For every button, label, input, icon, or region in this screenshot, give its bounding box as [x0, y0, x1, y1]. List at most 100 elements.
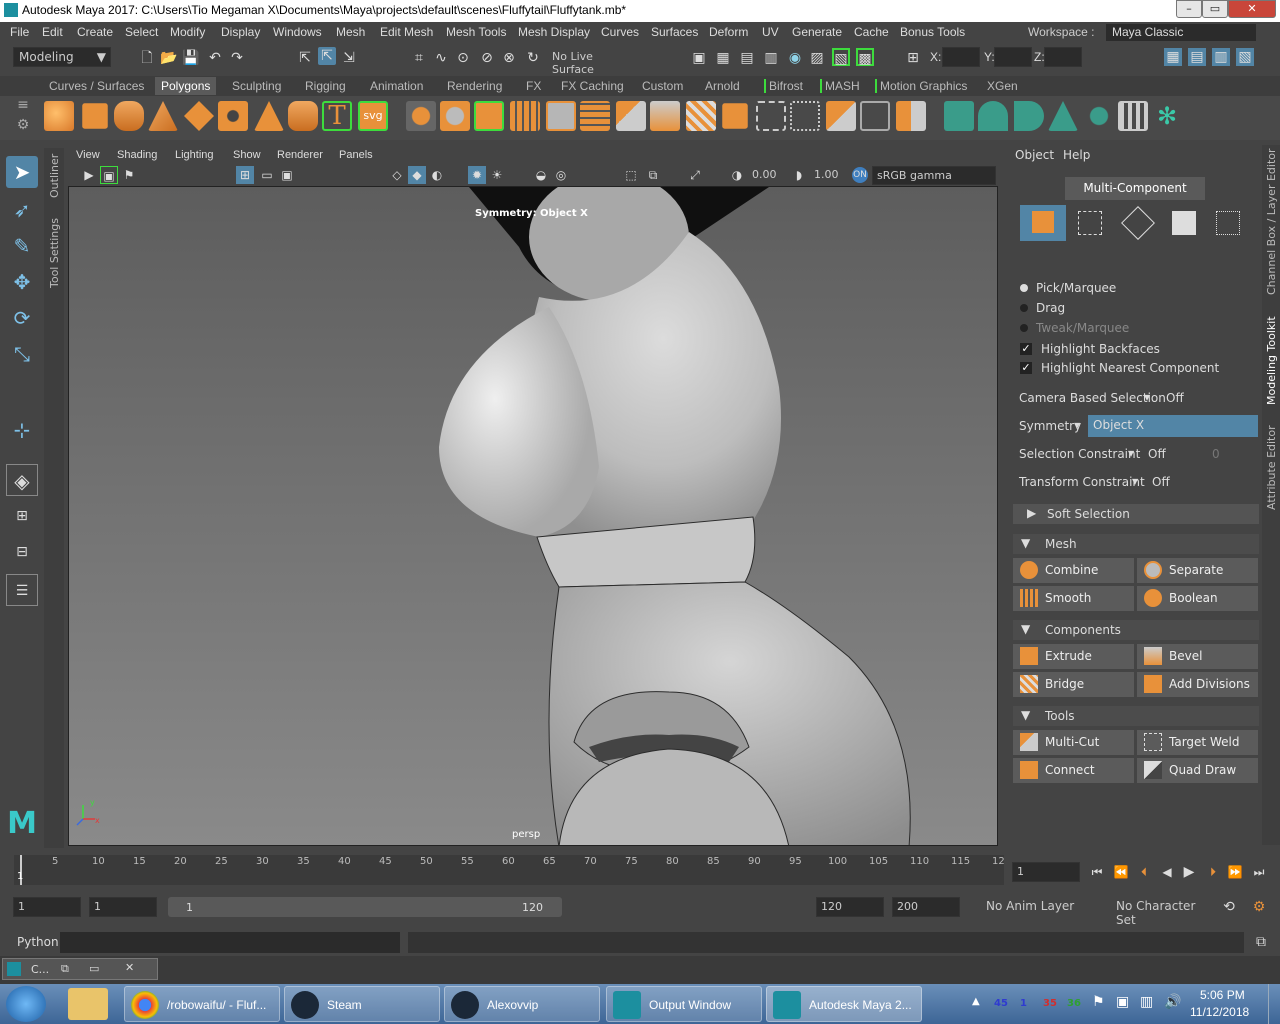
open-scene-icon[interactable]: 📂: [160, 49, 178, 67]
playback-end-field[interactable]: 120: [816, 897, 884, 917]
poly-pyramid-icon[interactable]: [254, 101, 284, 131]
quad-draw-button[interactable]: Quad Draw: [1137, 758, 1258, 783]
gamma-icon[interactable]: ◗: [790, 166, 808, 184]
script-editor-icon[interactable]: ⧉: [1252, 933, 1270, 951]
menu-uv[interactable]: UV: [762, 25, 779, 39]
colorspace-dropdown[interactable]: sRGB gamma: [872, 166, 996, 185]
selection-constraint-dropdown-icon[interactable]: ▾: [1128, 446, 1134, 460]
channel-box-tab[interactable]: Channel Box / Layer Editor: [1265, 148, 1278, 295]
play-forwards-icon[interactable]: ▶: [1180, 863, 1198, 881]
panel-menu-help[interactable]: Help: [1063, 148, 1090, 162]
panel-menu-object[interactable]: Object: [1015, 148, 1054, 162]
menu-file[interactable]: File: [10, 25, 29, 39]
vp-menu-renderer[interactable]: Renderer: [277, 149, 323, 161]
command-input[interactable]: [60, 932, 400, 953]
shelf-tab-arnold[interactable]: Arnold: [705, 79, 740, 93]
boolean-button[interactable]: Boolean: [1137, 586, 1258, 611]
menu-cache[interactable]: Cache: [854, 25, 889, 39]
ipr-render-icon[interactable]: ▤: [738, 49, 756, 67]
rotate-tool-icon[interactable]: ⟳: [6, 302, 38, 334]
grid-icon[interactable]: ⊞: [236, 166, 254, 184]
taskbar-item-steam[interactable]: Steam: [284, 986, 440, 1022]
mash-icon-5[interactable]: [1084, 101, 1114, 131]
symmetry-dropdown[interactable]: Object X: [1088, 415, 1258, 437]
transform-constraint-dropdown-icon[interactable]: ▾: [1132, 474, 1138, 488]
camera-icon[interactable]: ▶: [80, 166, 98, 184]
save-scene-icon[interactable]: 💾: [182, 49, 200, 67]
shelf-tab-motion-graphics[interactable]: Motion Graphics: [875, 79, 967, 93]
two-view-layout-icon[interactable]: ⊟: [6, 536, 38, 568]
mesh-section-header[interactable]: ▼ Mesh: [1013, 534, 1259, 554]
select-tool-icon[interactable]: ➤: [6, 156, 38, 188]
select-hierarchy-icon[interactable]: ⇱: [296, 49, 314, 67]
show-manipulator-icon[interactable]: ⊹: [6, 414, 38, 446]
step-back-key-icon[interactable]: ⏪: [1112, 863, 1130, 881]
menu-mesh[interactable]: Mesh: [336, 25, 365, 39]
animation-preferences-icon[interactable]: ⚙: [1250, 898, 1268, 916]
modeling-toolkit-tab[interactable]: Modeling Toolkit: [1265, 316, 1278, 405]
time-slider[interactable]: 1 5 10 15 20 25 30 35 40 45 50 55 60 65 …: [0, 855, 1280, 889]
isolate-select-icon[interactable]: ◒: [532, 166, 550, 184]
smooth-shelf-icon[interactable]: [510, 101, 540, 131]
selection-constraint-value[interactable]: Off: [1148, 447, 1166, 461]
svg-tool-icon[interactable]: svg: [358, 101, 388, 131]
lasso-tool-icon[interactable]: ➶: [6, 194, 38, 226]
planar-uv-shelf-icon[interactable]: [756, 101, 786, 131]
mash-icon-1[interactable]: [944, 101, 974, 131]
animation-start-field[interactable]: 1: [13, 897, 81, 917]
outliner-layout-icon[interactable]: ☰: [6, 574, 38, 606]
playback-start-field[interactable]: 1: [89, 897, 157, 917]
go-to-start-icon[interactable]: ⏮: [1088, 863, 1106, 881]
shelf-tab-animation[interactable]: Animation: [370, 79, 423, 93]
auto-uv-shelf-icon[interactable]: [790, 101, 820, 131]
xray-icon[interactable]: ◎: [552, 166, 570, 184]
undo-icon[interactable]: ↶: [206, 49, 224, 67]
menu-generate[interactable]: Generate: [792, 25, 842, 39]
hypershade-icon[interactable]: ◉: [786, 49, 804, 67]
target-weld-button[interactable]: Target Weld: [1137, 730, 1258, 755]
play-backwards-icon[interactable]: ◀: [1158, 863, 1176, 881]
menu-curves[interactable]: Curves: [601, 25, 639, 39]
fill-hole-shelf-icon[interactable]: [722, 103, 748, 129]
go-to-end-icon[interactable]: ⏭: [1250, 863, 1268, 881]
tool-settings-panel-icon[interactable]: ▥: [1212, 48, 1230, 66]
drag-radio[interactable]: [1020, 304, 1028, 312]
taskbar-item-output-window[interactable]: Output Window: [606, 986, 762, 1022]
vp-menu-panels[interactable]: Panels: [339, 149, 373, 161]
minimized-window[interactable]: C... ⧉ ▭ ✕: [2, 958, 158, 980]
character-set-dropdown[interactable]: No Character Set: [1112, 897, 1212, 927]
poly-sphere-icon[interactable]: [44, 101, 74, 131]
bridge-shelf-icon[interactable]: [686, 101, 716, 131]
menu-set-dropdown[interactable]: Modeling ▼: [13, 47, 111, 67]
exposure-icon[interactable]: ◑: [728, 166, 746, 184]
wireframe-icon[interactable]: ◇: [388, 166, 406, 184]
bevel-shelf-icon[interactable]: [650, 101, 680, 131]
wireframe-on-shaded-icon[interactable]: ◐: [428, 166, 446, 184]
paint-select-tool-icon[interactable]: ✎: [6, 230, 38, 262]
combine-button[interactable]: Combine: [1013, 558, 1134, 583]
menu-windows[interactable]: Windows: [273, 25, 322, 39]
snap-view-icon[interactable]: ⊘: [478, 49, 496, 67]
extrude-shelf-icon[interactable]: [580, 101, 610, 131]
render-settings-icon[interactable]: ▥: [762, 49, 780, 67]
extrude-button[interactable]: Extrude: [1013, 644, 1134, 669]
vp-menu-view[interactable]: View: [76, 149, 100, 161]
menu-mesh-tools[interactable]: Mesh Tools: [446, 25, 506, 39]
components-section-header[interactable]: ▼ Components: [1013, 620, 1259, 640]
scale-tool-icon[interactable]: ⤡: [6, 338, 38, 370]
transform-constraint-value[interactable]: Off: [1152, 475, 1170, 489]
close-icon[interactable]: ✕: [125, 961, 134, 974]
close-button[interactable]: ✕: [1228, 0, 1276, 18]
mash-icon-4[interactable]: [1048, 101, 1078, 131]
menu-display[interactable]: Display: [221, 25, 260, 39]
maximize-button[interactable]: ▭: [1202, 0, 1228, 18]
shelf-tab-xgen[interactable]: XGen: [987, 79, 1018, 93]
toggle-panel-2-icon[interactable]: ▩: [856, 48, 874, 67]
snap-grid-icon[interactable]: ⌗: [410, 49, 428, 67]
boolean-shelf-icon[interactable]: [546, 101, 576, 131]
move-tool-icon[interactable]: ✥: [6, 266, 38, 298]
outliner-tab[interactable]: Outliner: [48, 154, 61, 198]
camera-based-dropdown-icon[interactable]: ▾: [1144, 390, 1150, 404]
command-language-label[interactable]: Python: [17, 935, 59, 949]
select-component-icon[interactable]: ⇲: [340, 49, 358, 67]
